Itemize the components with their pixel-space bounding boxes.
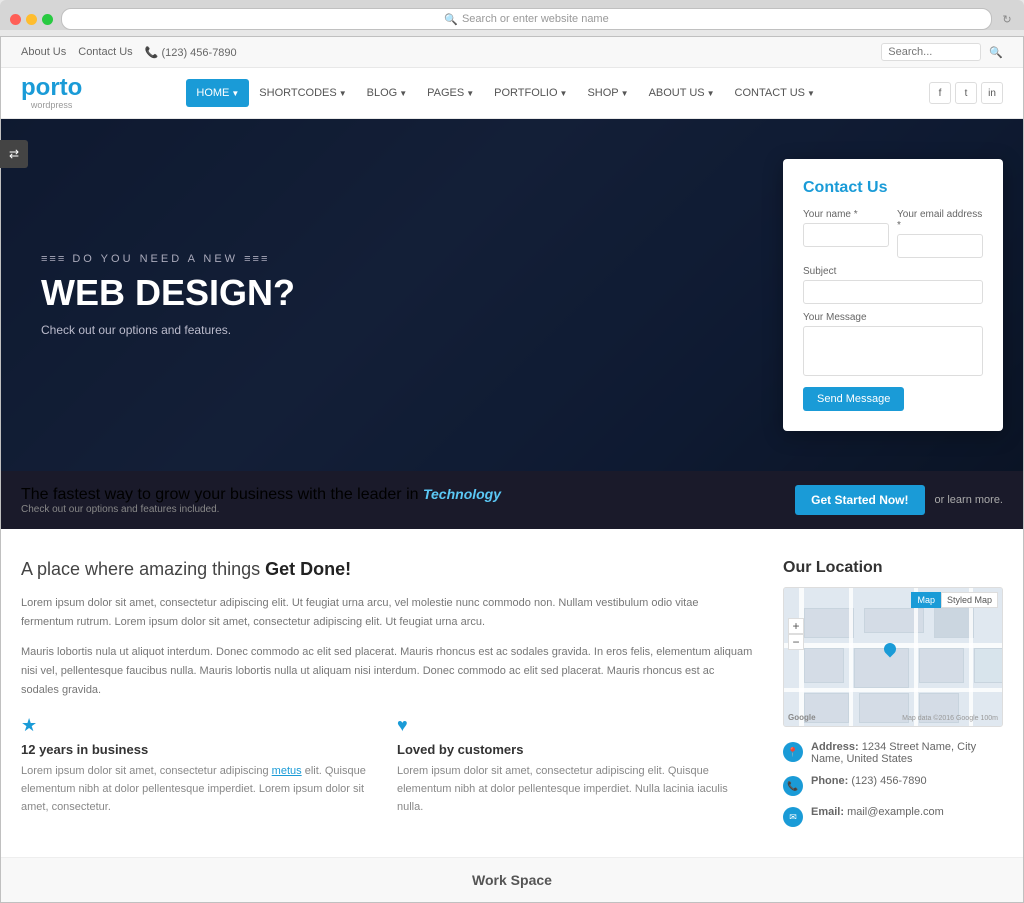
star-icon: ★ [21, 715, 377, 736]
address-item: 📍 Address: 1234 Street Name, City Name, … [783, 741, 1003, 765]
zoom-in-button[interactable]: + [788, 618, 804, 634]
hero-desc: Check out our options and features. [41, 323, 421, 337]
nav-shop[interactable]: SHOP▼ [577, 79, 638, 107]
top-bar: About Us Contact Us 📞 (123) 456-7890 🔍 [1, 37, 1023, 68]
topbar-phone: 📞 (123) 456-7890 [145, 46, 237, 59]
address-bar[interactable]: 🔍 Search or enter website name [61, 8, 992, 30]
cta-learn: or learn more. [935, 494, 1003, 506]
map-zoom-controls[interactable]: + − [788, 618, 804, 650]
message-textarea[interactable] [803, 326, 983, 376]
main-para-2: Mauris lobortis nula ut aliquot interdum… [21, 643, 753, 699]
subject-input[interactable] [803, 280, 983, 304]
content-left: A place where amazing things Get Done! L… [21, 559, 753, 827]
cta-sub: Check out our options and features inclu… [21, 504, 501, 515]
cta-right: Get Started Now! or learn more. [795, 485, 1003, 515]
feature-customers: ♥ Loved by customers Lorem ipsum dolor s… [397, 715, 753, 816]
email-icon: ✉ [783, 807, 803, 827]
main-para-1: Lorem ipsum dolor sit amet, consectetur … [21, 594, 753, 631]
map-container[interactable]: + − Map Styled Map Google Map data ©2016… [783, 587, 1003, 727]
logo-name: porto [21, 76, 82, 100]
contact-form: Contact Us Your name * Your email addres… [783, 159, 1003, 431]
social-icons: f t in [929, 82, 1003, 104]
main-title: A place where amazing things Get Done! [21, 559, 753, 580]
address-icon: 📍 [783, 742, 803, 762]
map-background: + − Map Styled Map Google Map data ©2016… [784, 588, 1002, 726]
nav-about[interactable]: ABOUT US▼ [639, 79, 725, 107]
search-icon: 🔍 [444, 13, 458, 26]
cta-button[interactable]: Get Started Now! [795, 485, 924, 515]
nav-pages[interactable]: PAGES▼ [417, 79, 484, 107]
facebook-icon[interactable]: f [929, 82, 951, 104]
hero-title: WEB DESIGN? [41, 273, 421, 313]
phone-item: 📞 Phone: (123) 456-7890 [783, 775, 1003, 796]
linkedin-icon[interactable]: in [981, 82, 1003, 104]
map-tab-map[interactable]: Map [911, 592, 941, 608]
feature-years-title: 12 years in business [21, 742, 377, 757]
name-label: Your name * [803, 209, 889, 220]
close-button[interactable] [10, 14, 21, 25]
heart-icon: ♥ [397, 715, 753, 736]
main-nav: HOME▼ SHORTCODES▼ BLOG▼ PAGES▼ PORTFOLIO… [186, 79, 825, 107]
email-text: Email: mail@example.com [811, 806, 944, 818]
header: porto wordpress HOME▼ SHORTCODES▼ BLOG▼ … [1, 68, 1023, 119]
hero-section: ≡≡≡ DO YOU NEED A NEW ≡≡≡ WEB DESIGN? Ch… [1, 119, 1023, 471]
email-field-group: Your email address * [897, 209, 983, 258]
main-content: A place where amazing things Get Done! L… [1, 529, 1023, 857]
contact-info: 📍 Address: 1234 Street Name, City Name, … [783, 741, 1003, 827]
nav-blog[interactable]: BLOG▼ [357, 79, 418, 107]
sidebar-toggle[interactable]: ⇄ [0, 140, 28, 168]
cta-text-block: The fastest way to grow your business wi… [21, 486, 501, 515]
reload-icon[interactable]: ↻ [1000, 12, 1014, 26]
email-input[interactable] [897, 234, 983, 258]
nav-shortcodes[interactable]: SHORTCODES▼ [249, 79, 356, 107]
feature-customers-desc: Lorem ipsum dolor sit amet, consectetur … [397, 763, 753, 816]
phone-text: Phone: (123) 456-7890 [811, 775, 927, 787]
features-section: ★ 12 years in business Lorem ipsum dolor… [21, 715, 753, 816]
search-icon[interactable]: 🔍 [989, 46, 1003, 59]
logo[interactable]: porto wordpress [21, 76, 82, 110]
subject-label: Subject [803, 266, 983, 277]
feature-link-metus[interactable]: metus [272, 765, 302, 777]
work-space-label: Work Space [472, 872, 552, 888]
email-item: ✉ Email: mail@example.com [783, 806, 1003, 827]
feature-customers-title: Loved by customers [397, 742, 753, 757]
phone-icon: 📞 [783, 776, 803, 796]
send-button[interactable]: Send Message [803, 387, 904, 411]
topbar-about[interactable]: About Us [21, 46, 66, 59]
cta-text: The fastest way to grow your business wi… [21, 486, 419, 503]
feature-years-desc: Lorem ipsum dolor sit amet, consectetur … [21, 763, 377, 816]
content-right: Our Location [783, 559, 1003, 827]
nav-portfolio[interactable]: PORTFOLIO▼ [484, 79, 577, 107]
message-field-group: Your Message [803, 312, 983, 381]
maximize-button[interactable] [42, 14, 53, 25]
topbar-contact[interactable]: Contact Us [78, 46, 132, 59]
map-tabs[interactable]: Map Styled Map [911, 592, 998, 608]
address-text: Search or enter website name [462, 13, 609, 25]
form-title: Contact Us [803, 179, 983, 197]
google-label: Google [788, 713, 816, 722]
minimize-button[interactable] [26, 14, 37, 25]
location-title: Our Location [783, 559, 1003, 577]
cta-highlight: Technology [423, 486, 501, 502]
twitter-icon[interactable]: t [955, 82, 977, 104]
logo-subtitle: wordpress [21, 100, 82, 110]
hero-content: ≡≡≡ DO YOU NEED A NEW ≡≡≡ WEB DESIGN? Ch… [41, 253, 421, 337]
work-space-bar: Work Space [1, 857, 1023, 902]
map-tab-styled[interactable]: Styled Map [941, 592, 998, 608]
email-label: Your email address * [897, 209, 983, 231]
map-attribution: Map data ©2016 Google 100m [902, 715, 998, 722]
zoom-out-button[interactable]: − [788, 634, 804, 650]
cta-strip: The fastest way to grow your business wi… [1, 471, 1023, 529]
subject-field-group: Subject [803, 266, 983, 304]
message-label: Your Message [803, 312, 983, 323]
feature-years: ★ 12 years in business Lorem ipsum dolor… [21, 715, 377, 816]
traffic-lights [10, 14, 53, 25]
hero-subtitle: ≡≡≡ DO YOU NEED A NEW ≡≡≡ [41, 253, 421, 265]
nav-contact[interactable]: CONTACT US▼ [725, 79, 825, 107]
address-text: Address: 1234 Street Name, City Name, Un… [811, 741, 1003, 765]
name-input[interactable] [803, 223, 889, 247]
name-field-group: Your name * [803, 209, 889, 258]
search-input[interactable] [881, 43, 981, 61]
nav-home[interactable]: HOME▼ [186, 79, 249, 107]
